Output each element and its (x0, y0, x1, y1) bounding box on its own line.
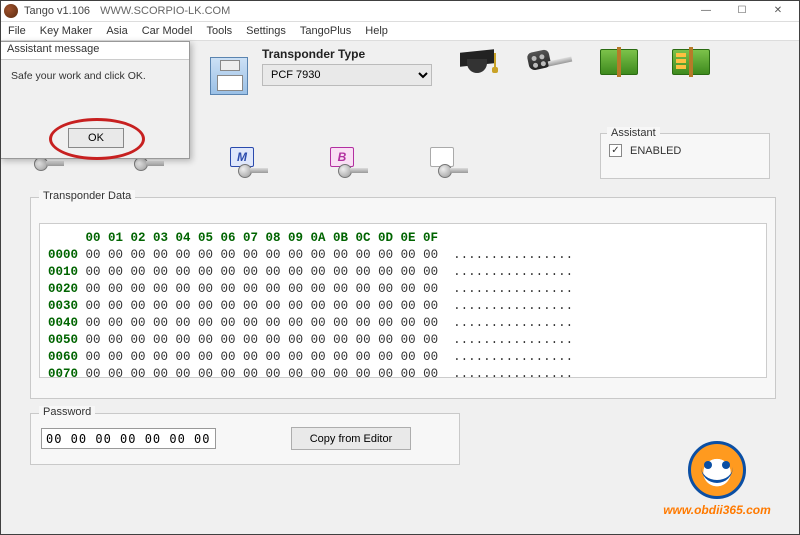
titlebar: Tango v1.106 WWW.SCORPIO-LK.COM — ☐ ✕ (0, 0, 800, 22)
menubar: File Key Maker Asia Car Model Tools Sett… (0, 22, 800, 41)
password-input[interactable] (41, 428, 216, 449)
copy-from-editor-button[interactable]: Copy from Editor (291, 427, 411, 450)
assistant-enabled-label: ENABLED (630, 145, 681, 157)
assistant-panel: Assistant ✓ ENABLED (600, 133, 770, 179)
password-group: Password Copy from Editor (30, 413, 460, 465)
transponder-type-group: Transponder Type PCF 7930 (262, 47, 432, 86)
top-icons (456, 47, 714, 83)
window-url: WWW.SCORPIO-LK.COM (100, 5, 688, 17)
book-alt-icon[interactable] (672, 47, 714, 83)
transponder-type-label: Transponder Type (262, 47, 432, 61)
assistant-message-dialog: Assistant message Safe your work and cli… (0, 41, 190, 159)
minimize-button[interactable]: — (688, 2, 724, 20)
transponder-data-legend: Transponder Data (39, 190, 135, 202)
save-icon[interactable] (210, 57, 248, 95)
menu-tangoplus[interactable]: TangoPlus (300, 25, 351, 37)
grad-cap-icon[interactable] (456, 47, 498, 83)
transponder-type-select[interactable]: PCF 7930 (262, 64, 432, 86)
menu-key-maker[interactable]: Key Maker (40, 25, 93, 37)
menu-tools[interactable]: Tools (206, 25, 232, 37)
key-blank-icon[interactable] (430, 147, 474, 183)
close-button[interactable]: ✕ (760, 2, 796, 20)
assistant-legend: Assistant (607, 127, 660, 139)
checkbox-icon: ✓ (609, 144, 622, 157)
toolbar-row: Transponder Type PCF 7930 (210, 47, 790, 103)
key-m-icon[interactable]: M (230, 147, 274, 183)
maximize-button[interactable]: ☐ (724, 2, 760, 20)
key-b-icon[interactable]: B (330, 147, 374, 183)
ok-button[interactable]: OK (68, 128, 124, 148)
hex-editor[interactable]: 00 01 02 03 04 05 06 07 08 09 0A 0B 0C 0… (39, 223, 767, 378)
menu-file[interactable]: File (8, 25, 26, 37)
book-icon[interactable] (600, 47, 642, 83)
menu-settings[interactable]: Settings (246, 25, 286, 37)
assistant-enabled-checkbox[interactable]: ✓ ENABLED (609, 144, 761, 157)
dialog-body: Safe your work and click OK. (1, 60, 189, 82)
app-icon (4, 4, 18, 18)
car-key-icon[interactable] (528, 47, 570, 83)
password-legend: Password (39, 406, 95, 418)
menu-car-model[interactable]: Car Model (142, 25, 193, 37)
transponder-data-group: Transponder Data 00 01 02 03 04 05 06 07… (30, 197, 776, 399)
menu-help[interactable]: Help (365, 25, 388, 37)
menu-asia[interactable]: Asia (106, 25, 127, 37)
window-title: Tango v1.106 (24, 5, 90, 17)
dialog-title: Assistant message (1, 42, 189, 60)
